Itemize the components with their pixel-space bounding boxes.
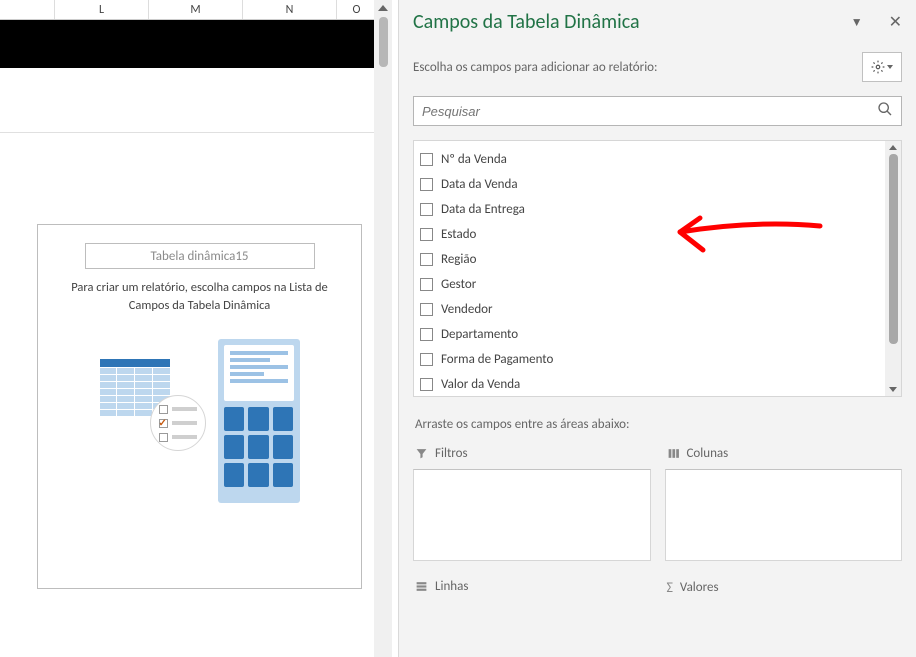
field-item[interactable]: Vendedor [420, 297, 901, 322]
area-columns[interactable]: Colunas [665, 442, 903, 561]
scroll-up-arrow-icon[interactable] [889, 145, 897, 150]
fields-scrollbar[interactable] [885, 141, 901, 396]
col-header-M[interactable]: M [149, 0, 243, 19]
areas-grid: Filtros Colunas Linhas Σ Valores [413, 442, 902, 604]
area-values[interactable]: Σ Valores [665, 575, 903, 604]
search-field-row [413, 96, 902, 126]
field-label: Departamento [441, 327, 518, 342]
scroll-thumb[interactable] [379, 17, 388, 67]
pivot-illustration [100, 339, 300, 504]
area-filters[interactable]: Filtros [413, 442, 651, 561]
checkbox-icon[interactable] [420, 353, 433, 366]
col-header-N[interactable]: N [243, 0, 337, 19]
scroll-thumb[interactable] [889, 154, 898, 344]
area-drop-well[interactable] [665, 469, 903, 561]
pane-options-dropdown[interactable]: ▼ [851, 15, 863, 30]
checkbox-icon[interactable] [420, 253, 433, 266]
checkbox-icon[interactable] [420, 303, 433, 316]
area-header-label: Colunas [687, 446, 729, 461]
field-label: Nº da Venda [441, 152, 507, 167]
sigma-icon: Σ [667, 579, 673, 596]
checkbox-icon[interactable] [420, 203, 433, 216]
field-label: Data da Venda [441, 177, 518, 192]
grid-spacer [0, 68, 380, 133]
search-icon[interactable] [869, 101, 901, 121]
column-headers-row: L M N O [0, 0, 380, 20]
col-header-L[interactable]: L [55, 0, 149, 19]
scroll-up-arrow-icon[interactable] [378, 5, 388, 11]
area-header-label: Filtros [435, 446, 468, 461]
chevron-down-icon [887, 65, 893, 69]
checkbox-icon[interactable] [420, 178, 433, 191]
search-input[interactable] [414, 104, 869, 119]
field-label: Data da Entrega [441, 202, 525, 217]
checkbox-icon[interactable] [420, 328, 433, 341]
field-item[interactable]: Gestor [420, 272, 901, 297]
pivot-placeholder-card[interactable]: Tabela dinâmica15 Para criar um relatóri… [37, 224, 362, 589]
rows-icon [415, 580, 428, 593]
checkbox-icon[interactable] [420, 153, 433, 166]
field-label: Gestor [441, 277, 476, 292]
field-label: Valor da Venda [441, 377, 520, 392]
field-item[interactable]: Data da Venda [420, 172, 901, 197]
pane-title: Campos da Tabela Dinâmica [413, 10, 640, 34]
selected-row-black [0, 20, 380, 68]
areas-instruction: Arraste os campos entre as áreas abaixo: [415, 417, 902, 432]
checkbox-icon[interactable] [420, 278, 433, 291]
field-item[interactable]: Valor da Venda [420, 372, 901, 397]
fields-list: Nº da Venda Data da Venda Data da Entreg… [413, 140, 902, 397]
field-label: Estado [441, 227, 476, 242]
area-header-label: Valores [680, 580, 719, 595]
columns-icon [667, 447, 680, 460]
field-item[interactable]: Estado [420, 222, 901, 247]
pane-subtitle-row: Escolha os campos para adicionar ao rela… [413, 52, 902, 82]
worksheet-vertical-scrollbar[interactable] [374, 0, 392, 657]
area-header-label: Linhas [435, 579, 468, 594]
col-header-O[interactable]: O [337, 0, 377, 19]
gear-icon [871, 60, 885, 74]
scroll-down-arrow-icon[interactable] [889, 387, 897, 392]
field-item[interactable]: Nº da Venda [420, 147, 901, 172]
pane-subtitle: Escolha os campos para adicionar ao rela… [413, 60, 658, 75]
pivot-fields-pane: Campos da Tabela Dinâmica ▼ ✕ Escolha os… [398, 0, 916, 657]
worksheet-area: L M N O Tabela dinâmica15 Para criar um … [0, 0, 380, 657]
field-list-layout-button[interactable] [862, 52, 902, 82]
field-item[interactable]: Data da Entrega [420, 197, 901, 222]
field-label: Região [441, 252, 476, 267]
pivot-name-box: Tabela dinâmica15 [85, 243, 315, 269]
checkbox-icon[interactable] [420, 228, 433, 241]
checkbox-icon[interactable] [420, 378, 433, 391]
field-label: Forma de Pagamento [441, 352, 553, 367]
pane-header: Campos da Tabela Dinâmica ▼ ✕ [413, 10, 902, 34]
area-rows[interactable]: Linhas [413, 575, 651, 604]
field-item[interactable]: Departamento [420, 322, 901, 347]
field-item[interactable]: Região [420, 247, 901, 272]
area-drop-well[interactable] [413, 469, 651, 561]
field-item[interactable]: Forma de Pagamento [420, 347, 901, 372]
field-label: Vendedor [441, 302, 493, 317]
pane-close-button[interactable]: ✕ [889, 12, 902, 32]
pivot-instruction-text: Para criar um relatório, escolha campos … [52, 279, 347, 315]
filter-icon [415, 447, 428, 460]
